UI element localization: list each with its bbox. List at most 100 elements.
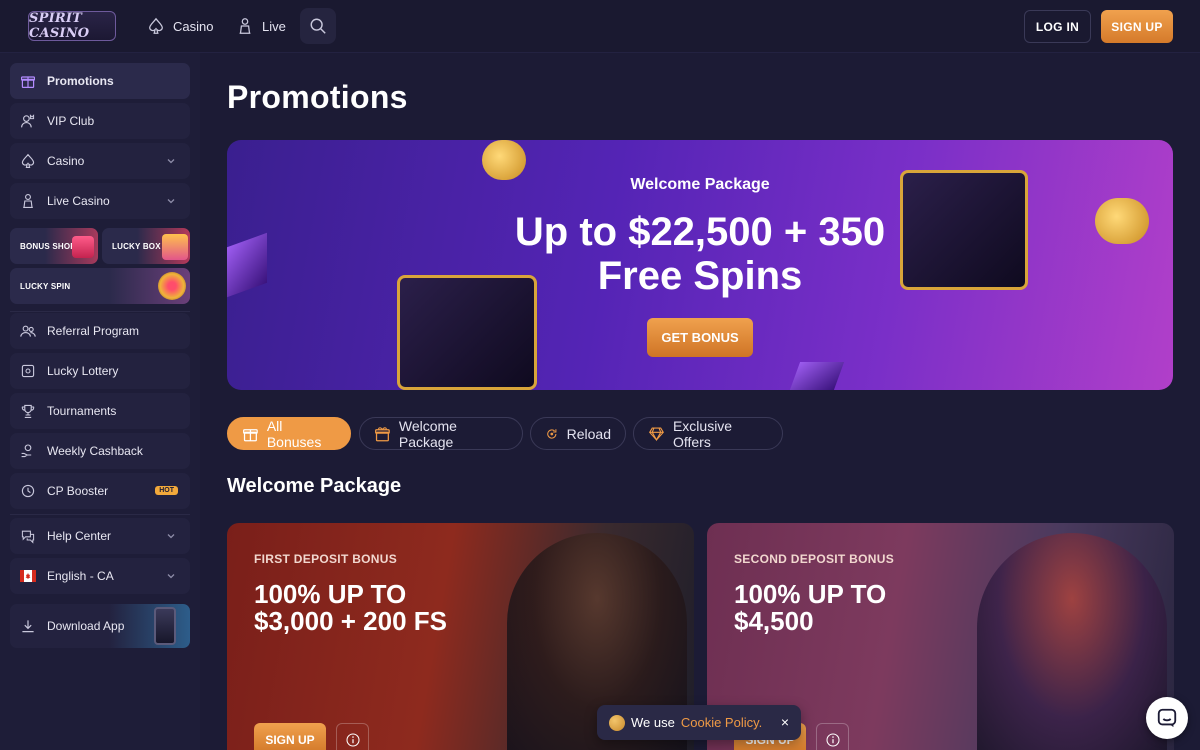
search-icon [310,18,326,34]
cookie-icon [609,714,625,731]
sidebar-item-label: VIP Club [47,114,95,128]
tab-label: Reload [566,425,611,442]
bonus-shop-label: BONUS SHOP [20,241,76,251]
spade-icon [20,153,36,169]
tab-reload[interactable]: Reload [530,417,626,450]
tab-label: Exclusive Offers [672,417,733,450]
sidebar-item-download-app[interactable]: Download App [10,604,190,648]
search-button[interactable] [300,8,336,44]
card-title: 100% UP TO $3,000 + 200 FS [254,581,447,635]
info-icon [345,732,360,747]
logo-text: SPIRIT CASINO [29,11,90,41]
tab-welcome-package[interactable]: Welcome Package [359,417,523,450]
hero-title-line2: Free Spins [597,254,803,298]
cashback-icon [20,443,36,459]
tab-label: Welcome Package [398,417,457,450]
chevron-down-icon [167,534,175,539]
card-title-line1: 100% UP TO [254,579,407,609]
gift-box-icon [375,426,390,441]
section-title: Welcome Package [227,475,402,497]
page-title: Promotions [227,79,408,115]
signup-button[interactable]: SIGN UP [254,723,326,750]
hero-title-line1: Up to $22,500 + 350 [514,210,886,254]
nav-casino-label: Casino [173,18,214,34]
sidebar-item-cp-booster[interactable]: CP Booster HOT [10,473,190,509]
tab-label: All Bonuses [266,417,322,450]
card-title-line2: $4,500 [734,606,814,636]
dealer-icon [20,193,36,209]
wheel-icon [158,272,186,300]
nav-live[interactable]: Live [236,15,286,37]
booster-icon [20,483,36,499]
sidebar-item-lucky-lottery[interactable]: Lucky Lottery [10,353,190,389]
download-icon [20,618,36,634]
sidebar-item-label: Download App [47,619,125,633]
get-bonus-button[interactable]: GET BONUS [647,318,753,357]
cookie-banner: We use Cookie Policy. × [597,705,801,740]
dealer-icon [239,18,251,34]
trophy-icon [20,403,36,419]
chat-bubble-icon [20,528,36,544]
cookie-policy-link[interactable]: Cookie Policy. [681,715,762,730]
sidebar-item-label: Casino [47,154,85,168]
sidebar-divider [10,514,190,515]
live-chat-button[interactable] [1146,697,1188,739]
lucky-spin-tile[interactable]: LUCKY SPIN [10,268,190,304]
hot-badge: HOT [155,486,178,495]
card-title-line2: $3,000 + 200 FS [254,606,447,636]
card-title-line1: 100% UP TO [734,579,887,609]
ticket-icon [20,363,36,379]
hero-title: Up to $22,500 + 350 Free Spins [227,210,1173,298]
spade-icon [149,17,163,34]
signup-button[interactable]: SIGN UP [1101,10,1173,43]
chevron-down-icon [167,199,175,204]
lucky-spin-label: LUCKY SPIN [20,281,71,291]
sidebar-item-tournaments[interactable]: Tournaments [10,393,190,429]
tab-all-bonuses[interactable]: All Bonuses [227,417,351,450]
canada-flag-icon [20,568,36,584]
lucky-box-label: LUCKY BOX [112,241,161,251]
sidebar-divider [10,311,190,312]
gem-decoration [789,362,845,390]
users-icon [20,323,36,339]
phone-icon [154,607,176,645]
spirit-casino-logo[interactable]: SPIRIT CASINO [28,11,116,41]
sidebar-item-label: English - CA [47,569,114,583]
crown-user-icon [20,113,36,129]
info-button[interactable] [816,723,849,750]
sidebar-item-label: Promotions [47,74,114,88]
nav-casino[interactable]: Casino [147,15,213,37]
sidebar-item-label: Weekly Cashback [47,444,143,458]
sidebar-item-promotions[interactable]: Promotions [10,63,190,99]
card-label: FIRST DEPOSIT BONUS [254,552,398,566]
bonus-shop-tile[interactable]: BONUS SHOP [10,228,98,264]
chevron-down-icon [167,159,175,164]
info-button[interactable] [336,723,369,750]
card-label: SECOND DEPOSIT BONUS [734,552,895,566]
sidebar-item-label: CP Booster [47,484,109,498]
sidebar-item-label: Help Center [47,529,112,543]
lucky-box-tile[interactable]: LUCKY BOX [102,228,190,264]
sidebar-item-label: Referral Program [47,324,140,338]
chat-icon [1157,708,1177,728]
sidebar-item-live-casino[interactable]: Live Casino [10,183,190,219]
sidebar-item-vip-club[interactable]: VIP Club [10,103,190,139]
hero-subtitle: Welcome Package [630,176,770,193]
sidebar-item-language[interactable]: English - CA [10,558,190,594]
reload-icon [547,428,557,439]
sidebar-item-weekly-cashback[interactable]: Weekly Cashback [10,433,190,469]
sidebar-item-referral-program[interactable]: Referral Program [10,313,190,349]
shopping-bag-icon [72,236,94,258]
cookie-text: We use [631,715,675,730]
gift-icon [20,73,36,89]
sidebar-item-help-center[interactable]: Help Center [10,518,190,554]
sidebar-item-casino[interactable]: Casino [10,143,190,179]
sidebar-item-label: Live Casino [47,194,110,208]
tab-exclusive-offers[interactable]: Exclusive Offers [633,417,783,450]
chevron-down-icon [167,574,175,579]
card-title: 100% UP TO $4,500 [734,581,886,635]
gift-box-icon [162,234,188,260]
login-button[interactable]: LOG IN [1024,10,1091,43]
coin-decoration [482,140,526,180]
close-icon[interactable]: × [781,714,789,730]
